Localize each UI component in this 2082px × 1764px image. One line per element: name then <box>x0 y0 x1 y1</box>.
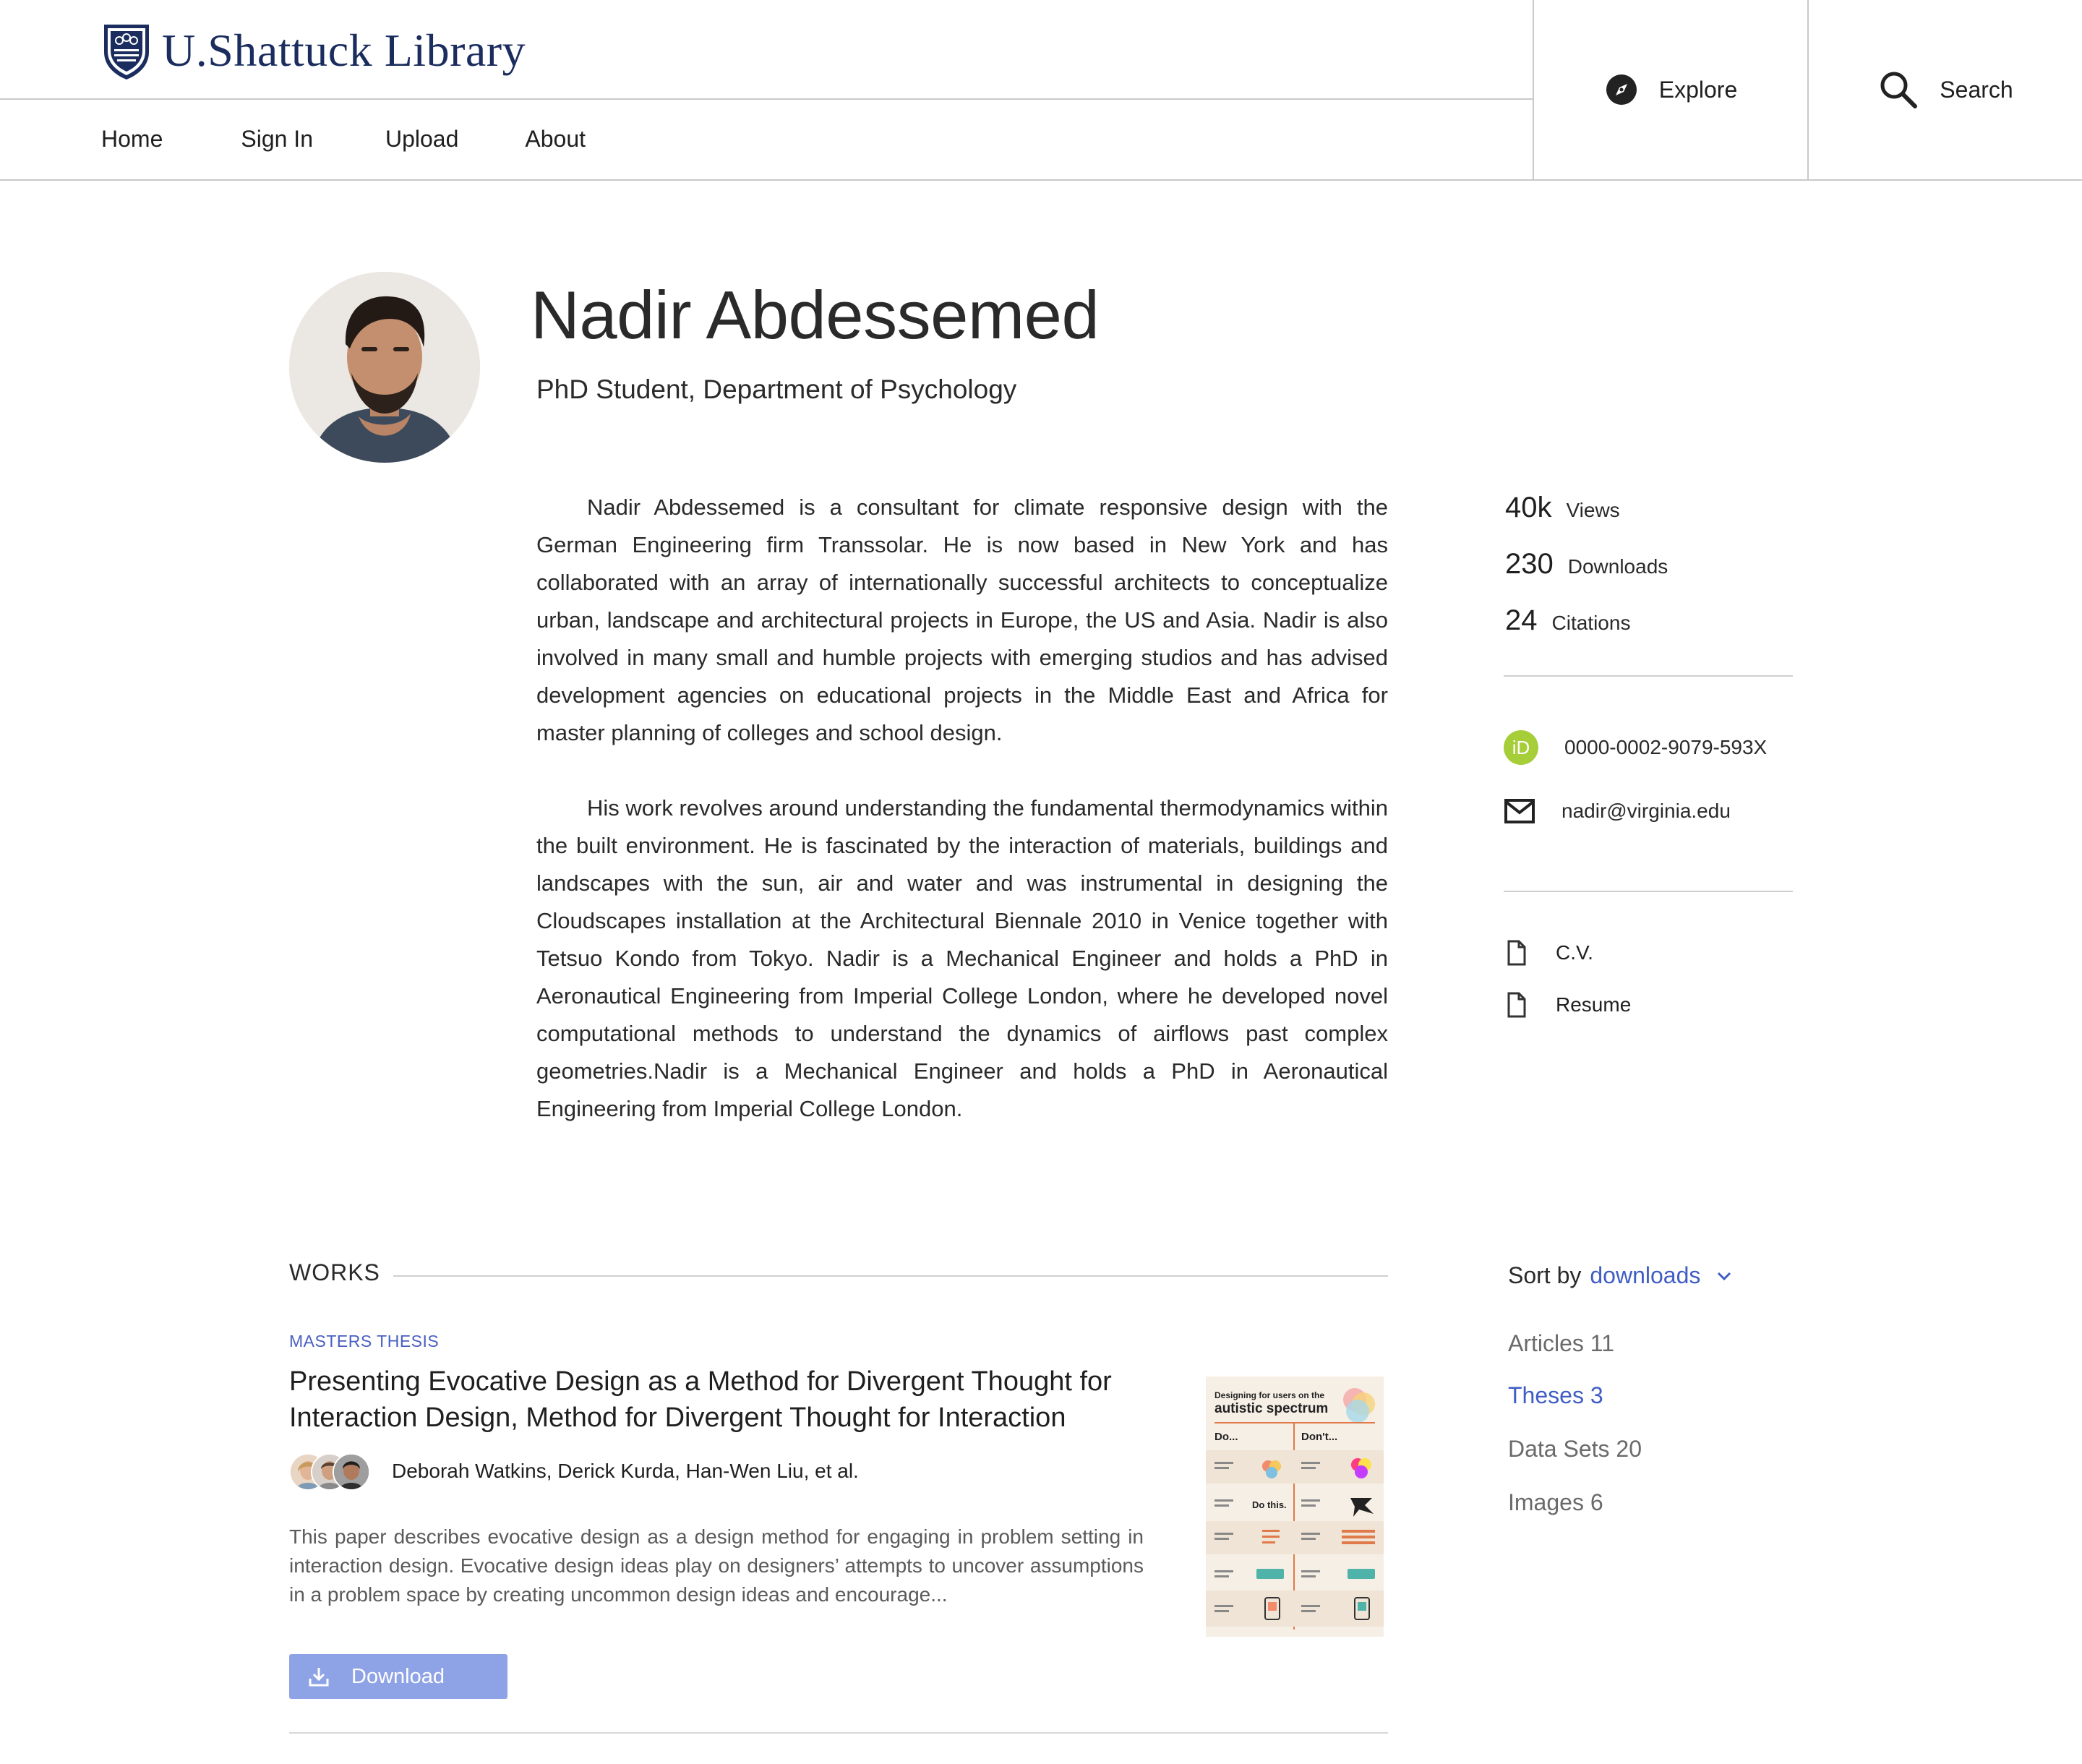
author-avatars <box>289 1453 370 1491</box>
author-avatar-image <box>334 1455 369 1489</box>
filter-articles[interactable]: Articles 11 <box>1508 1330 1614 1357</box>
nav-about[interactable]: About <box>525 126 586 153</box>
stat-value: 40k <box>1505 492 1552 523</box>
bio-paragraph: His work revolves around understanding t… <box>536 795 1388 1121</box>
stat-label: Citations <box>1551 612 1631 634</box>
sort-label: Sort by <box>1508 1262 1582 1288</box>
search-button[interactable]: Search <box>1807 0 2082 179</box>
works-divider <box>393 1275 1388 1277</box>
author-avatar[interactable] <box>333 1453 370 1491</box>
work-type-label: MASTERS THESIS <box>289 1332 440 1350</box>
work-thumbnail[interactable]: Designing for users on the autistic spec… <box>1206 1376 1384 1637</box>
thumb-do: Do... <box>1214 1431 1238 1443</box>
resume-link[interactable]: Resume <box>1507 992 1631 1018</box>
sort-dropdown[interactable]: Sort by downloads <box>1508 1262 1732 1289</box>
profile-stats: 40k Views 230 Downloads 24 Citations <box>1505 492 1794 661</box>
site-logo[interactable]: U.Shattuck Library <box>101 20 526 81</box>
main-nav: Home Sign In Upload About <box>101 98 586 179</box>
profile-avatar <box>289 272 480 463</box>
orcid-badge-text: iD <box>1512 737 1530 758</box>
profile-name: Nadir Abdessemed <box>531 277 1100 353</box>
download-icon <box>309 1668 329 1687</box>
avatar-portrait <box>289 272 480 463</box>
work-authors: Deborah Watkins, Derick Kurda, Han-Wen L… <box>289 1453 859 1491</box>
stat-views: 40k Views <box>1505 492 1794 548</box>
nav-sign-in[interactable]: Sign In <box>241 126 313 153</box>
cv-label: C.V. <box>1556 941 1593 964</box>
authors-list: Deborah Watkins, Derick Kurda, Han-Wen L… <box>392 1460 859 1482</box>
work-abstract: This paper describes evocative design as… <box>289 1525 1144 1606</box>
shield-logo-icon <box>104 25 149 80</box>
cv-link[interactable]: C.V. <box>1507 940 1593 966</box>
email-row[interactable]: nadir@virginia.edu <box>1504 798 1731 824</box>
thumb-title-big: autistic spectrum <box>1214 1401 1328 1416</box>
document-icon <box>1507 992 1526 1018</box>
thumbnail-infographic: Designing for users on the autistic spec… <box>1206 1376 1384 1637</box>
works-bottom-divider <box>289 1732 1388 1734</box>
works-heading: WORKS <box>289 1259 380 1285</box>
stat-value: 24 <box>1505 604 1538 636</box>
nav-upload[interactable]: Upload <box>385 126 458 153</box>
search-icon <box>1880 72 1918 108</box>
download-button[interactable]: Download <box>289 1654 507 1699</box>
stat-value: 230 <box>1505 548 1554 580</box>
sidebar-divider <box>1504 891 1793 892</box>
profile-bio: Nadir Abdessemed is a consultant for cli… <box>536 489 1388 1165</box>
orcid-icon: iD <box>1504 730 1538 765</box>
sort-value: downloads <box>1590 1262 1701 1288</box>
profile-subtitle: PhD Student, Department of Psychology <box>536 374 1017 404</box>
brand-row: U.Shattuck Library <box>0 0 1533 100</box>
email-address: nadir@virginia.edu <box>1562 800 1731 822</box>
filter-images[interactable]: Images 6 <box>1508 1489 1603 1516</box>
thumb-title-small: Designing for users on the <box>1214 1390 1324 1400</box>
orcid-id: 0000-0002-9079-593X <box>1564 736 1768 758</box>
mail-icon <box>1504 799 1535 823</box>
header-left: U.Shattuck Library Home Sign In Upload A… <box>0 0 1533 179</box>
stat-label: Downloads <box>1567 555 1668 578</box>
orcid-row[interactable]: iD 0000-0002-9079-593X <box>1504 730 1767 765</box>
stat-label: Views <box>1566 499 1620 521</box>
work-title-link[interactable]: Presenting Evocative Design as a Method … <box>289 1363 1186 1436</box>
sidebar-divider <box>1504 675 1793 677</box>
chevron-down-icon <box>1718 1272 1731 1280</box>
document-icon <box>1507 940 1526 966</box>
explore-label: Explore <box>1658 76 1738 103</box>
download-label: Download <box>351 1664 445 1688</box>
explore-button[interactable]: Explore <box>1533 0 1809 179</box>
filter-theses[interactable]: Theses 3 <box>1508 1382 1603 1409</box>
stat-downloads: 230 Downloads <box>1505 548 1794 604</box>
compass-icon <box>1606 74 1637 105</box>
resume-label: Resume <box>1556 993 1632 1016</box>
logo-text: U.Shattuck Library <box>162 25 526 76</box>
stat-citations: 24 Citations <box>1505 604 1794 661</box>
bio-paragraph: Nadir Abdessemed is a consultant for cli… <box>536 494 1388 745</box>
search-label: Search <box>1940 76 2013 103</box>
nav-home[interactable]: Home <box>101 126 163 153</box>
thumb-dont: Don't... <box>1301 1431 1337 1443</box>
filter-data-sets[interactable]: Data Sets 20 <box>1508 1436 1642 1463</box>
thumb-do-this: Do this. <box>1252 1499 1287 1510</box>
site-header: U.Shattuck Library Home Sign In Upload A… <box>0 0 2082 181</box>
